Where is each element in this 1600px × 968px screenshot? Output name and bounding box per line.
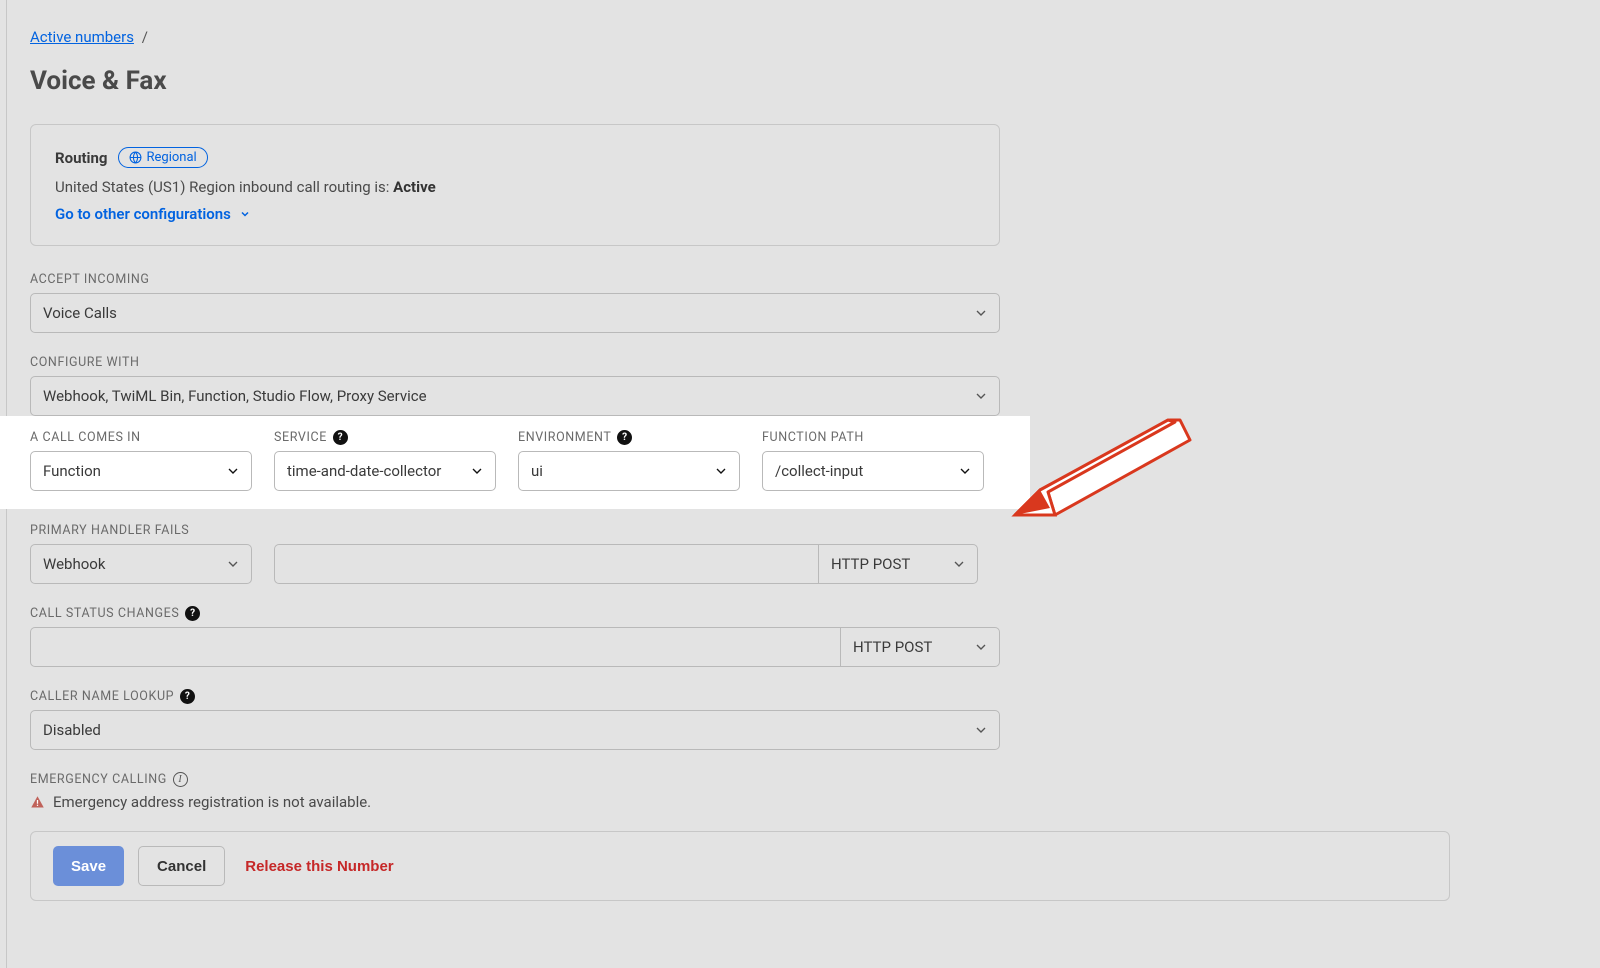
chevron-down-icon [973, 305, 989, 321]
routing-card: Routing Regional United States (US1) Reg… [30, 124, 1000, 246]
service-label: SERVICE [274, 430, 327, 445]
chevron-down-icon [713, 463, 729, 479]
environment-value: ui [531, 462, 543, 480]
call-status-url-input[interactable] [30, 627, 840, 667]
help-icon[interactable]: ? [185, 606, 200, 621]
emergency-calling-label: EMERGENCY CALLING [30, 772, 167, 787]
help-icon[interactable]: ? [180, 689, 195, 704]
environment-label: ENVIRONMENT [518, 430, 611, 445]
primary-handler-url-input[interactable] [274, 544, 818, 584]
cancel-button[interactable]: Cancel [138, 846, 225, 886]
primary-handler-method-select[interactable]: HTTP POST [818, 544, 978, 584]
function-path-select[interactable]: /collect-input [762, 451, 984, 491]
accept-incoming-label: ACCEPT INCOMING [30, 272, 1000, 287]
annotation-arrow [1000, 410, 1200, 530]
service-value: time-and-date-collector [287, 462, 441, 480]
save-button[interactable]: Save [53, 846, 124, 886]
service-select[interactable]: time-and-date-collector [274, 451, 496, 491]
accept-incoming-select[interactable]: Voice Calls [30, 293, 1000, 333]
go-to-other-configurations-link[interactable]: Go to other configurations [55, 205, 251, 223]
breadcrumb-link-active-numbers[interactable]: Active numbers [30, 28, 134, 46]
chevron-down-icon [225, 463, 241, 479]
call-comes-in-row: A CALL COMES IN Function SERVICE ? time-… [0, 416, 1030, 509]
configure-with-value: Webhook, TwiML Bin, Function, Studio Flo… [43, 387, 427, 405]
globe-icon [129, 151, 142, 164]
primary-handler-value: Webhook [43, 555, 105, 573]
page-title: Voice & Fax [30, 66, 1000, 124]
call-status-changes-label: CALL STATUS CHANGES [30, 606, 179, 621]
call-status-method-select[interactable]: HTTP POST [840, 627, 1000, 667]
configure-with-select[interactable]: Webhook, TwiML Bin, Function, Studio Flo… [30, 376, 1000, 416]
regional-badge-label: Regional [147, 150, 197, 165]
regional-badge: Regional [118, 147, 208, 168]
call-status-method-value: HTTP POST [853, 638, 932, 656]
chevron-down-icon [957, 463, 973, 479]
breadcrumb-separator: / [142, 28, 148, 46]
a-call-comes-in-value: Function [43, 462, 101, 480]
environment-select[interactable]: ui [518, 451, 740, 491]
chevron-down-icon [973, 639, 989, 655]
chevron-down-icon [973, 722, 989, 738]
go-to-other-configurations-label: Go to other configurations [55, 205, 231, 223]
release-number-button[interactable]: Release this Number [239, 846, 411, 886]
help-icon[interactable]: ? [617, 430, 632, 445]
chevron-down-icon [973, 388, 989, 404]
warning-triangle-icon [30, 795, 45, 810]
emergency-message: Emergency address registration is not av… [30, 793, 1000, 811]
footer-bar: Save Cancel Release this Number [30, 831, 1450, 901]
help-icon[interactable]: ? [333, 430, 348, 445]
caller-name-lookup-label: CALLER NAME LOOKUP [30, 689, 174, 704]
chevron-down-icon [239, 208, 251, 220]
routing-label: Routing [55, 149, 108, 167]
primary-handler-fails-label: PRIMARY HANDLER FAILS [30, 523, 1000, 538]
routing-status-value: Active [393, 178, 436, 196]
caller-name-lookup-select[interactable]: Disabled [30, 710, 1000, 750]
accept-incoming-value: Voice Calls [43, 304, 117, 322]
a-call-comes-in-label: A CALL COMES IN [30, 430, 252, 445]
chevron-down-icon [469, 463, 485, 479]
info-icon[interactable]: i [173, 772, 188, 787]
routing-status: United States (US1) Region inbound call … [55, 178, 975, 196]
configure-with-label: CONFIGURE WITH [30, 355, 1000, 370]
function-path-label: FUNCTION PATH [762, 430, 984, 445]
a-call-comes-in-select[interactable]: Function [30, 451, 252, 491]
breadcrumb: Active numbers / [30, 0, 1000, 66]
chevron-down-icon [225, 556, 241, 572]
chevron-down-icon [951, 556, 967, 572]
emergency-message-text: Emergency address registration is not av… [53, 793, 371, 811]
function-path-value: /collect-input [775, 462, 863, 480]
routing-status-prefix: United States (US1) Region inbound call … [55, 178, 393, 196]
caller-name-lookup-value: Disabled [43, 721, 101, 739]
primary-handler-select[interactable]: Webhook [30, 544, 252, 584]
primary-handler-method-value: HTTP POST [831, 555, 910, 573]
